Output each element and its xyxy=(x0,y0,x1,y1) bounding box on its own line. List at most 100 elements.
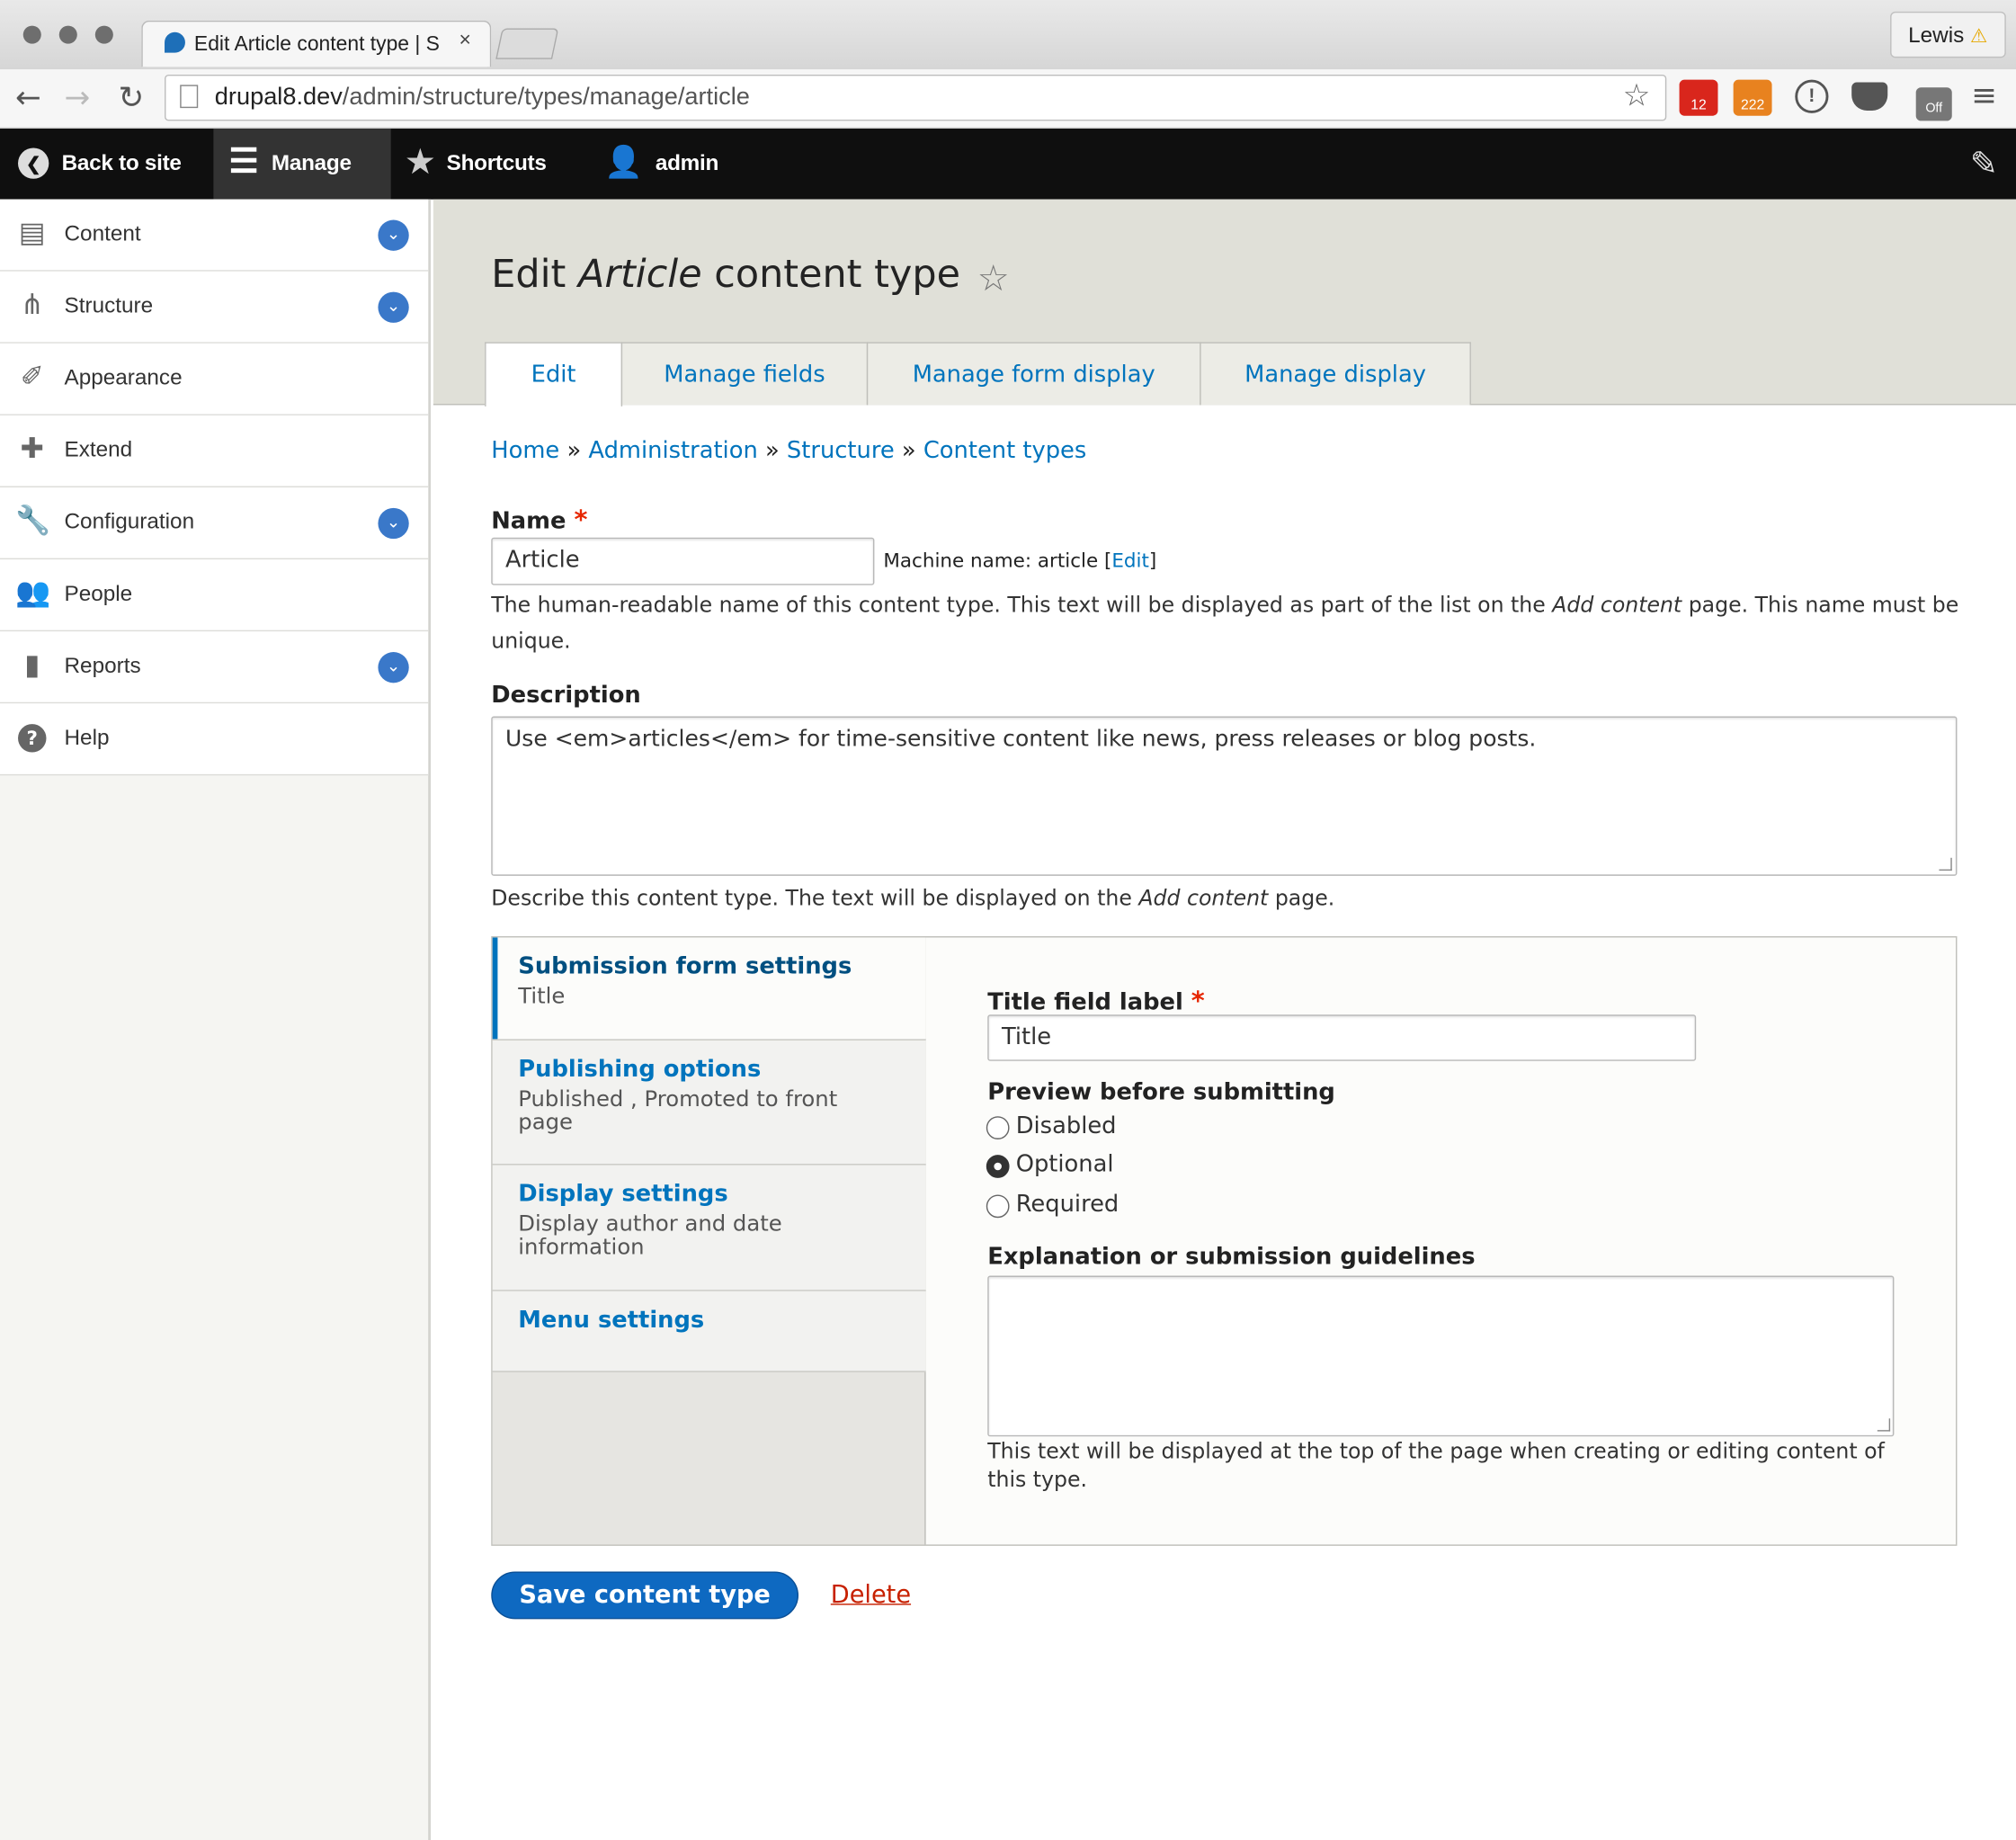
machine-name-edit-link[interactable]: Edit xyxy=(1111,549,1149,573)
sidebar-item-configuration[interactable]: Configuration xyxy=(0,487,429,560)
back-to-site-link[interactable]: ❮ Back to site xyxy=(18,129,182,200)
menu-icon[interactable]: ≡ xyxy=(1971,77,1997,113)
sidebar-item-content[interactable]: Content xyxy=(0,199,429,272)
vertical-tab-submission-form-settings[interactable]: Submission form settings Title xyxy=(492,937,926,1040)
sitemap-icon: ⋔ xyxy=(20,289,44,322)
chevron-down-icon[interactable]: ⌄ xyxy=(378,291,409,323)
save-button[interactable]: Save content type xyxy=(491,1571,799,1620)
people-icon: 👥 xyxy=(15,577,51,610)
back-arrow-icon[interactable]: ← xyxy=(15,80,41,116)
title-field-input[interactable]: Title xyxy=(987,1014,1697,1061)
preview-disabled-radio[interactable] xyxy=(986,1116,1010,1139)
breadcrumb-home[interactable]: Home xyxy=(491,437,559,464)
onepassword-icon[interactable]: ! xyxy=(1795,79,1829,113)
breadcrumb-separator: » xyxy=(764,437,780,465)
tab-manage-fields[interactable]: Manage fields xyxy=(620,342,869,406)
user-icon: 👤 xyxy=(604,145,643,181)
address-bar[interactable]: drupal8.dev/admin/structure/types/manage… xyxy=(165,74,1667,121)
manage-tray-toggle[interactable]: ☰ Manage xyxy=(213,129,391,200)
description-label: Description xyxy=(491,681,641,709)
drupal-favicon-icon xyxy=(165,31,185,53)
machine-name-text: Machine name: article [ xyxy=(883,549,1112,573)
sidebar-item-appearance[interactable]: Appearance xyxy=(0,343,429,415)
required-marker: * xyxy=(1191,985,1205,1016)
name-input[interactable]: Article xyxy=(491,537,875,585)
window-minimize-button[interactable] xyxy=(58,25,77,44)
bookmark-star-icon[interactable]: ☆ xyxy=(1623,77,1651,113)
delete-link[interactable]: Delete xyxy=(831,1580,911,1608)
rss-feed-icon[interactable]: 222 xyxy=(1733,79,1772,116)
new-tab-button[interactable] xyxy=(495,28,559,59)
chevron-down-icon[interactable]: ⌄ xyxy=(378,219,409,251)
name-help-emphasis: Add content xyxy=(1552,593,1682,618)
user-tray-toggle[interactable]: 👤 admin xyxy=(604,129,718,200)
vertical-tab-title: Submission form settings xyxy=(518,952,852,980)
preview-optional-label[interactable]: Optional xyxy=(1016,1151,1114,1178)
window-zoom-button[interactable] xyxy=(94,25,113,44)
tab-label: Manage fields xyxy=(664,361,825,389)
tab-manage-form-display[interactable]: Manage form display xyxy=(866,342,1201,406)
paintbrush-icon: ✐ xyxy=(20,361,44,394)
warning-icon: ⚠ xyxy=(1970,25,1988,48)
pocket-icon[interactable] xyxy=(1851,82,1888,111)
forward-arrow-icon[interactable]: → xyxy=(65,80,91,116)
description-value: Use <em>articles</em> for time-sensitive… xyxy=(504,726,1537,753)
sidebar-item-label: Structure xyxy=(64,293,154,318)
preview-label: Preview before submitting xyxy=(987,1078,1335,1106)
chevron-down-icon[interactable]: ⌄ xyxy=(378,507,409,540)
description-help-emphasis: Add content xyxy=(1138,886,1269,911)
preview-required-label[interactable]: Required xyxy=(1016,1191,1120,1218)
edit-pencil-icon[interactable]: ✎ xyxy=(1970,146,1998,184)
shortcuts-label: Shortcuts xyxy=(446,150,547,175)
bar-chart-icon: ▮ xyxy=(24,649,40,682)
reload-icon[interactable]: ↻ xyxy=(119,80,145,116)
profile-button[interactable]: Lewis ⚠ xyxy=(1890,11,2006,58)
resize-handle-icon[interactable] xyxy=(1939,857,1952,871)
preview-required-radio[interactable] xyxy=(986,1194,1010,1219)
breadcrumb-administration[interactable]: Administration xyxy=(588,437,757,464)
star-icon: ★ xyxy=(406,145,434,181)
hamburger-icon: ☰ xyxy=(228,141,259,181)
tab-edit[interactable]: Edit xyxy=(485,342,623,406)
browser-tab[interactable]: Edit Article content type | S xyxy=(141,20,492,67)
sidebar-item-structure[interactable]: Structure xyxy=(0,271,429,344)
tab-close-icon[interactable]: × xyxy=(459,30,471,53)
vertical-tab-title: Menu settings xyxy=(518,1306,705,1334)
sidebar-item-extend[interactable]: Extend xyxy=(0,415,429,487)
preview-disabled-label[interactable]: Disabled xyxy=(1016,1112,1117,1139)
window-close-button[interactable] xyxy=(22,25,41,44)
breadcrumb-separator: » xyxy=(901,437,916,465)
sidebar-item-people[interactable]: People xyxy=(0,559,429,632)
title-field-label-text: Title field label xyxy=(987,988,1183,1016)
profile-name: Lewis xyxy=(1908,22,1965,48)
sidebar-item-label: Configuration xyxy=(64,509,195,534)
sidebar-item-help[interactable]: Help xyxy=(0,703,429,776)
chevron-down-icon[interactable]: ⌄ xyxy=(378,652,409,683)
extension-off-icon[interactable]: Off xyxy=(1915,87,1952,121)
preview-optional-radio[interactable] xyxy=(986,1155,1010,1178)
title-content-type: Article xyxy=(577,252,702,298)
vertical-tab-publishing-options[interactable]: Publishing options Published , Promoted … xyxy=(492,1039,926,1166)
breadcrumb-structure[interactable]: Structure xyxy=(787,437,895,464)
document-icon: ▤ xyxy=(18,217,46,250)
name-input-value: Article xyxy=(504,546,580,574)
vertical-tab-display-settings[interactable]: Display settings Display author and date… xyxy=(492,1165,926,1291)
sidebar-item-reports[interactable]: Reports xyxy=(0,631,429,704)
vertical-tab-summary: Display author and date information xyxy=(518,1211,782,1261)
breadcrumb-content-types[interactable]: Content types xyxy=(923,437,1086,464)
description-textarea[interactable]: Use <em>articles</em> for time-sensitive… xyxy=(491,716,1958,876)
machine-name: Machine name: article [Edit] xyxy=(883,549,1156,573)
vertical-tab-menu-settings[interactable]: Menu settings xyxy=(492,1291,926,1372)
shortcut-star-icon[interactable]: ☆ xyxy=(977,257,1010,299)
chevron-left-icon: ❮ xyxy=(18,147,49,179)
extension-todo-icon[interactable]: 12 xyxy=(1679,79,1718,116)
guidelines-textarea[interactable] xyxy=(987,1275,1895,1437)
shortcuts-tray-toggle[interactable]: ★ Shortcuts xyxy=(406,129,547,200)
name-label: Name * xyxy=(491,505,587,535)
resize-handle-icon[interactable] xyxy=(1877,1418,1891,1432)
description-help-text: Describe this content type. The text wil… xyxy=(491,886,1139,911)
tab-manage-display[interactable]: Manage display xyxy=(1200,342,1471,406)
tab-label: Manage form display xyxy=(912,361,1155,389)
breadcrumb-separator: » xyxy=(566,437,582,465)
vertical-tab-summary: Title xyxy=(518,983,566,1010)
